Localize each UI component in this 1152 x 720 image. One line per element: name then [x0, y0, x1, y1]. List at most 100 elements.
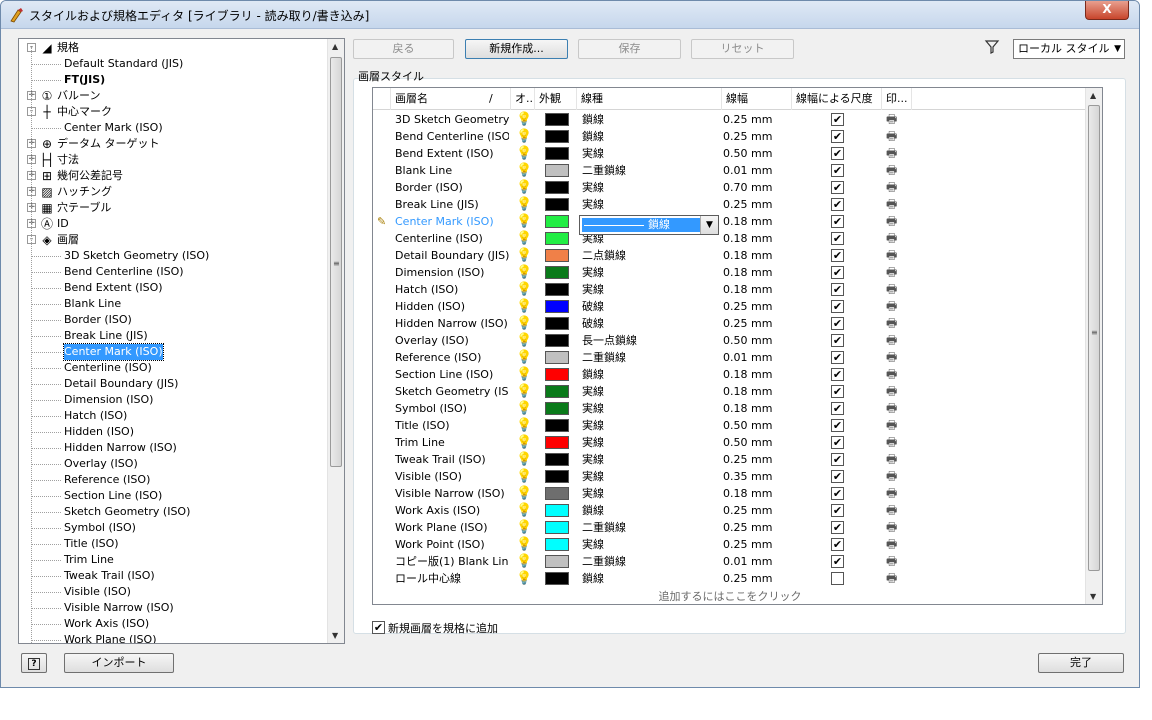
layer-row[interactable]: Hidden Narrow (ISO) 💡 破線 0.25 mm ✔ 🖶 — [373, 315, 1087, 332]
layer-linetype[interactable]: 鎖線 — [578, 128, 688, 145]
lightbulb-on-icon[interactable]: 💡 — [516, 570, 530, 587]
lightbulb-on-icon[interactable]: 💡 — [516, 485, 530, 502]
layer-name[interactable]: コピー版(1) Blank Line — [391, 553, 509, 570]
printer-icon[interactable]: 🖶 — [886, 519, 902, 536]
layer-name[interactable]: Work Axis (ISO) — [391, 502, 509, 519]
color-swatch-cell[interactable] — [545, 315, 571, 332]
layer-linetype[interactable]: 破線 — [578, 298, 688, 315]
add-layer-row[interactable]: 追加するにはここをクリック — [373, 588, 1087, 604]
layer-linetype[interactable]: 実線 — [578, 451, 688, 468]
scroll-up-arrow-icon[interactable]: ▲ — [332, 42, 338, 51]
layer-name[interactable]: ロール中心線 — [391, 570, 509, 587]
color-swatch-cell[interactable] — [545, 468, 571, 485]
new-button[interactable]: 新規作成... — [465, 39, 568, 59]
layer-linetype[interactable]: 二重鎖線 — [578, 553, 688, 570]
layer-weight[interactable]: 0.18 mm — [723, 383, 783, 400]
lightbulb-on-icon[interactable]: 💡 — [516, 196, 530, 213]
layer-name[interactable]: Hatch (ISO) — [391, 281, 509, 298]
layer-linetype[interactable]: 実線 — [578, 196, 688, 213]
header-weight[interactable]: 線幅 — [722, 88, 792, 110]
scale-by-weight-checkbox[interactable]: ✔ — [831, 249, 844, 262]
header-scale[interactable]: 線幅による尺度 — [792, 88, 882, 110]
layer-row[interactable]: Sketch Geometry (ISO 💡 実線 0.18 mm ✔ 🖶 — [373, 383, 1087, 400]
scale-by-weight-checkbox[interactable]: ✔ — [831, 300, 844, 313]
layer-weight[interactable]: 0.18 mm — [723, 247, 783, 264]
printer-icon[interactable]: 🖶 — [886, 536, 902, 553]
layer-row[interactable]: Break Line (JIS) 💡 実線 0.25 mm ✔ 🖶 — [373, 196, 1087, 213]
scale-by-weight-checkbox[interactable]: ✔ — [831, 215, 844, 228]
layer-linetype[interactable]: 二点鎖線 — [578, 247, 688, 264]
layer-row[interactable]: Symbol (ISO) 💡 実線 0.18 mm ✔ 🖶 — [373, 400, 1087, 417]
scale-by-weight-checkbox[interactable]: ✔ — [831, 555, 844, 568]
lightbulb-on-icon[interactable]: 💡 — [516, 417, 530, 434]
printer-icon[interactable]: 🖶 — [886, 502, 902, 519]
layer-linetype[interactable]: 実線 — [578, 434, 688, 451]
layer-linetype[interactable]: 実線 — [578, 179, 688, 196]
printer-icon[interactable]: 🖶 — [886, 468, 902, 485]
layer-weight[interactable]: 0.18 mm — [723, 281, 783, 298]
layer-weight[interactable]: 0.01 mm — [723, 162, 783, 179]
layer-name[interactable]: Section Line (ISO) — [391, 366, 509, 383]
header-print[interactable]: 印... — [882, 88, 912, 110]
color-swatch-cell[interactable] — [545, 128, 571, 145]
color-swatch-cell[interactable] — [545, 111, 571, 128]
printer-icon[interactable]: 🖶 — [886, 162, 902, 179]
layer-weight[interactable]: 0.18 mm — [723, 485, 783, 502]
layer-linetype[interactable]: 鎖線 — [578, 570, 688, 587]
scale-by-weight-checkbox[interactable]: ✔ — [831, 521, 844, 534]
layer-weight[interactable]: 0.25 mm — [723, 451, 783, 468]
layer-linetype[interactable]: 二重鎖線 — [578, 349, 688, 366]
layer-name[interactable]: Hidden (ISO) — [391, 298, 509, 315]
layer-linetype[interactable]: 長一点鎖線 — [578, 332, 688, 349]
scroll-down-arrow-icon[interactable]: ▼ — [1090, 592, 1096, 601]
color-swatch-cell[interactable] — [545, 230, 571, 247]
tree-scrollbar[interactable]: ▲ ≡ ▼ — [327, 39, 344, 643]
grid-scroll-thumb[interactable] — [1088, 105, 1100, 571]
printer-icon[interactable]: 🖶 — [886, 145, 902, 162]
layer-weight[interactable]: 0.25 mm — [723, 502, 783, 519]
layer-row[interactable]: Visible Narrow (ISO) 💡 実線 0.18 mm ✔ 🖶 — [373, 485, 1087, 502]
layer-row[interactable]: ロール中心線 💡 鎖線 0.25 mm 🖶 — [373, 570, 1087, 587]
color-swatch-cell[interactable] — [545, 417, 571, 434]
layer-name[interactable]: Bend Extent (ISO) — [391, 145, 509, 162]
layer-row[interactable]: Bend Extent (ISO) 💡 実線 0.50 mm ✔ 🖶 — [373, 145, 1087, 162]
lightbulb-on-icon[interactable]: 💡 — [516, 111, 530, 128]
layer-weight[interactable]: 0.18 mm — [723, 230, 783, 247]
scale-by-weight-checkbox[interactable] — [831, 572, 844, 585]
header-linetype[interactable]: 線種 — [577, 88, 722, 110]
layer-linetype[interactable]: 鎖線 — [578, 111, 688, 128]
color-swatch-cell[interactable] — [545, 485, 571, 502]
scale-by-weight-checkbox[interactable]: ✔ — [831, 113, 844, 126]
layer-weight[interactable]: 0.35 mm — [723, 468, 783, 485]
layer-name[interactable]: Dimension (ISO) — [391, 264, 509, 281]
layer-linetype[interactable]: 実線 — [578, 417, 688, 434]
color-swatch-cell[interactable] — [545, 162, 571, 179]
color-swatch-cell[interactable] — [545, 366, 571, 383]
layer-weight[interactable]: 0.70 mm — [723, 179, 783, 196]
printer-icon[interactable]: 🖶 — [886, 366, 902, 383]
layer-name[interactable]: Border (ISO) — [391, 179, 509, 196]
color-swatch-cell[interactable] — [545, 281, 571, 298]
header-name[interactable]: 画層名 / — [391, 88, 511, 110]
done-button[interactable]: 完了 — [1038, 653, 1124, 673]
printer-icon[interactable]: 🖶 — [886, 264, 902, 281]
lightbulb-on-icon[interactable]: 💡 — [516, 468, 530, 485]
layer-name[interactable]: Sketch Geometry (ISO — [391, 383, 509, 400]
layer-row[interactable]: Trim Line 💡 実線 0.50 mm ✔ 🖶 — [373, 434, 1087, 451]
layer-row[interactable]: Title (ISO) 💡 実線 0.50 mm ✔ 🖶 — [373, 417, 1087, 434]
layer-linetype[interactable]: 実線 — [578, 145, 688, 162]
printer-icon[interactable]: 🖶 — [886, 179, 902, 196]
layer-grid[interactable]: 画層名 / オ.. 外観 線種 線幅 線幅による尺度 印... 3D Sketc… — [372, 87, 1103, 605]
scale-by-weight-checkbox[interactable]: ✔ — [831, 351, 844, 364]
lightbulb-on-icon[interactable]: 💡 — [516, 230, 530, 247]
layer-weight[interactable]: 0.50 mm — [723, 417, 783, 434]
style-tree[interactable]: - ◢ 規格 Default Standard (JIS) FT(JIS) + ① バルーン -… — [18, 38, 345, 644]
layer-weight[interactable]: 0.50 mm — [723, 434, 783, 451]
layer-name[interactable]: Work Point (ISO) — [391, 536, 509, 553]
printer-icon[interactable]: 🖶 — [886, 298, 902, 315]
layer-row[interactable]: Border (ISO) 💡 実線 0.70 mm ✔ 🖶 — [373, 179, 1087, 196]
color-swatch-cell[interactable] — [545, 332, 571, 349]
printer-icon[interactable]: 🖶 — [886, 553, 902, 570]
layer-row[interactable]: Work Plane (ISO) 💡 二重鎖線 0.25 mm ✔ 🖶 — [373, 519, 1087, 536]
lightbulb-on-icon[interactable]: 💡 — [516, 400, 530, 417]
